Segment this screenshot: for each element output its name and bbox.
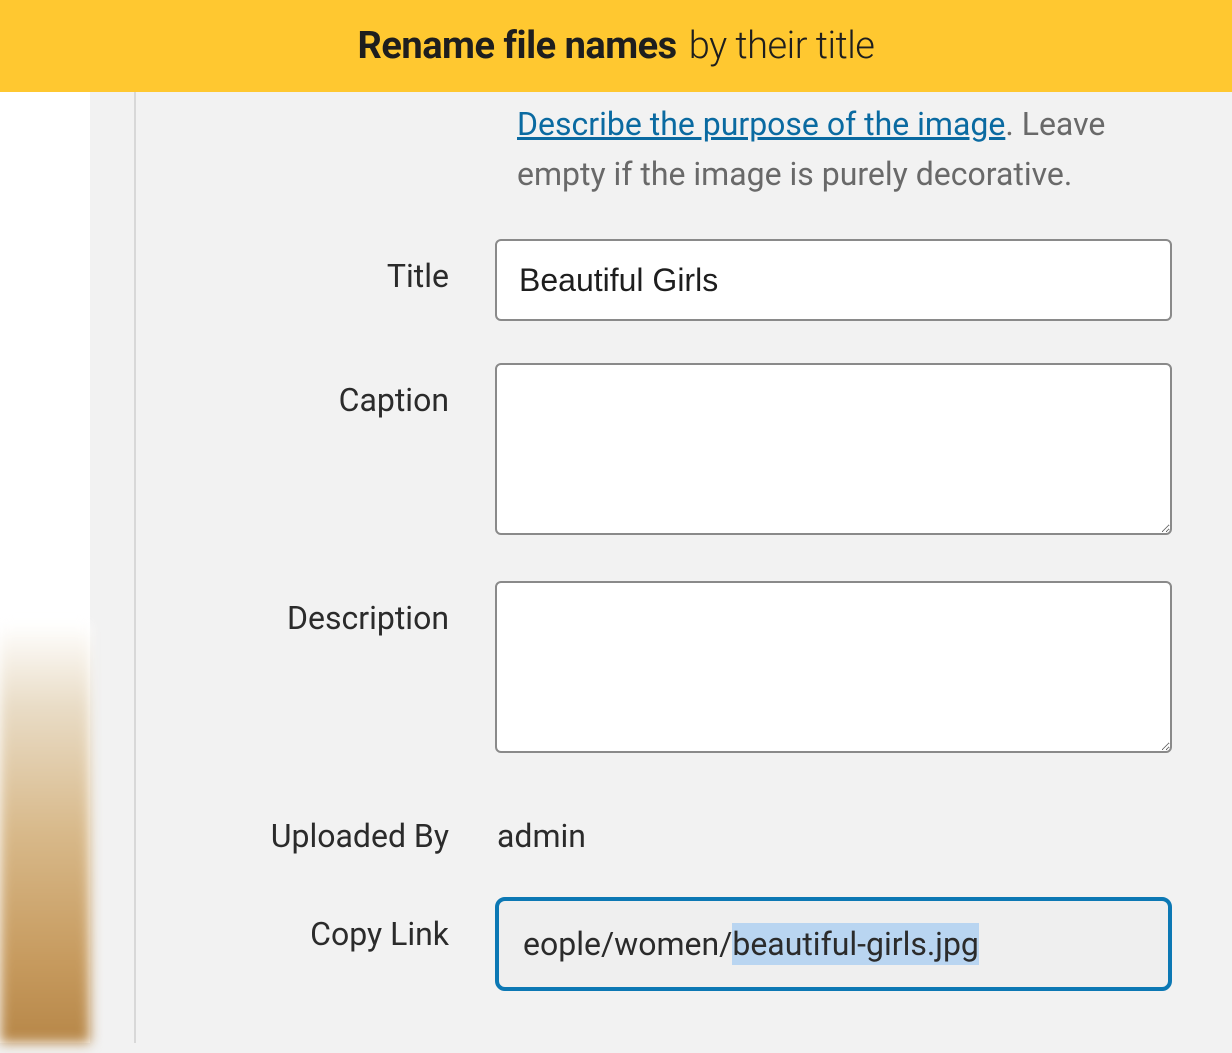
alt-text-help-link[interactable]: Describe the purpose of the image [517,105,1005,143]
uploaded-by-value: admin [495,799,1172,855]
description-label: Description [160,581,495,637]
title-row: Title [160,239,1172,321]
uploaded-by-label: Uploaded By [160,799,495,855]
copy-link-label: Copy Link [160,897,495,953]
banner-title-light: by their title [689,24,875,68]
banner-title-bold: Rename file names [358,24,677,68]
alt-text-helper: Describe the purpose of the image. Leave… [517,100,1172,239]
copy-link-highlight: beautiful-girls.jpg [732,923,979,965]
caption-row: Caption [160,363,1172,539]
image-preview-strip [0,92,90,1043]
copy-link-prefix: eople/women/ [523,925,732,963]
attachment-details-form: Describe the purpose of the image. Leave… [140,92,1192,1053]
banner: Rename file names by their title [0,0,1232,92]
content-area: Describe the purpose of the image. Leave… [0,92,1232,1043]
vertical-divider [134,92,136,1043]
description-row: Description [160,581,1172,757]
description-input[interactable] [495,581,1172,753]
copy-link-text: eople/women/beautiful-girls.jpg [523,925,979,963]
image-preview-blur [0,623,90,1043]
copy-link-row: Copy Link eople/women/beautiful-girls.jp… [160,897,1172,991]
title-input[interactable] [495,239,1172,321]
caption-label: Caption [160,363,495,419]
copy-link-input[interactable]: eople/women/beautiful-girls.jpg [495,897,1172,991]
caption-input[interactable] [495,363,1172,535]
uploaded-by-row: Uploaded By admin [160,799,1172,855]
title-label: Title [160,239,495,295]
